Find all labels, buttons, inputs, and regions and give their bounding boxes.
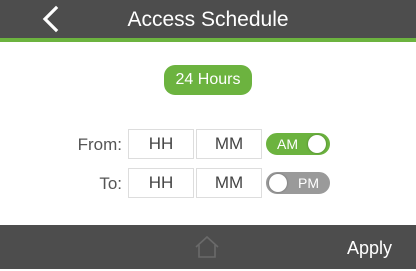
from-period-toggle[interactable]: AM — [266, 133, 330, 155]
home-icon[interactable] — [193, 234, 221, 260]
header-bar: Access Schedule — [0, 0, 416, 38]
to-minute-field[interactable]: MM — [196, 168, 262, 198]
from-period-label: AM — [277, 136, 298, 152]
to-label: To: — [99, 174, 122, 193]
apply-button[interactable]: Apply — [347, 225, 392, 269]
to-hour-field[interactable]: HH — [128, 168, 194, 198]
from-minute-field[interactable]: MM — [196, 129, 262, 159]
toggle-knob — [269, 174, 287, 192]
from-label: From: — [77, 135, 122, 154]
to-period-label: PM — [298, 175, 319, 191]
footer-bar: Apply — [0, 225, 416, 269]
header-accent-line — [0, 38, 416, 42]
24-hours-button[interactable]: 24 Hours — [164, 65, 252, 95]
to-period-toggle[interactable]: PM — [266, 172, 330, 194]
page-title: Access Schedule — [127, 8, 289, 31]
from-hour-field[interactable]: HH — [128, 129, 194, 159]
toggle-knob — [308, 135, 326, 153]
